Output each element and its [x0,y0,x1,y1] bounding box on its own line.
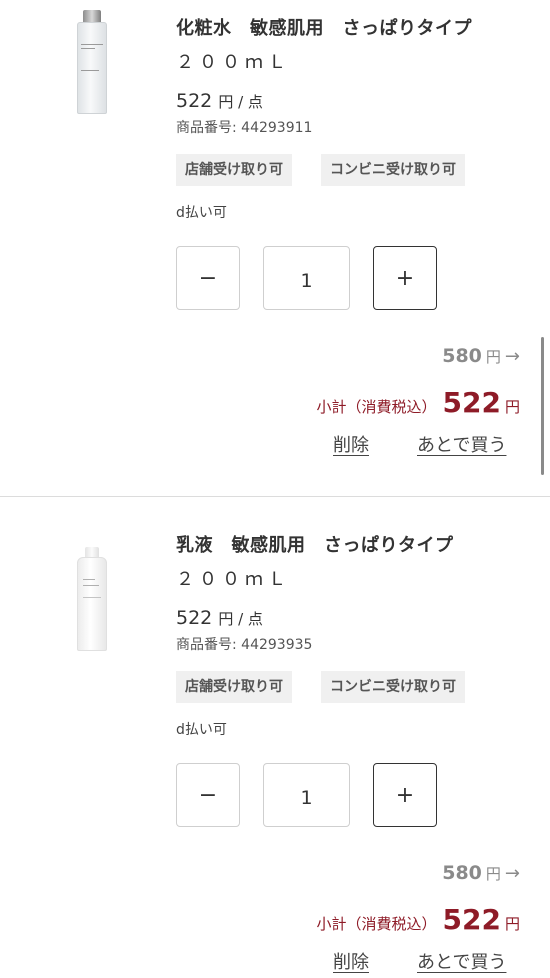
product-size: ２００ｍＬ [176,569,291,590]
subtotal-value: 522 [442,903,501,936]
original-price[interactable]: 580 円 → [442,345,520,367]
increase-quantity-button[interactable]: + [373,246,437,310]
unit-price: 522 円 / 点 [176,90,263,112]
price-unit: 円 / 点 [218,610,263,628]
convenience-pickup-badge: コンビニ受け取り可 [321,154,465,186]
original-price-value: 580 [442,345,482,367]
increase-quantity-button[interactable]: + [373,763,437,827]
original-price-value: 580 [442,862,482,884]
price-value: 522 [176,90,213,112]
product-name[interactable]: 化粧水 敏感肌用 さっぱりタイプ [176,14,472,40]
original-price-yen: 円 [485,865,501,883]
price-unit: 円 / 点 [218,93,263,111]
price-value: 522 [176,607,213,629]
item-divider [0,496,550,497]
product-name[interactable]: 乳液 敏感肌用 さっぱりタイプ [176,531,454,557]
quantity-field[interactable]: 1 [263,246,350,310]
save-for-later-link[interactable]: あとで買う [417,948,506,974]
subtotal-yen: 円 [504,398,520,416]
toner-bottle-image [75,8,109,118]
arrow-right-icon: → [504,346,520,367]
lotion-bottle-image [75,525,109,651]
product-size: ２００ｍＬ [176,52,291,73]
product-image[interactable] [62,8,122,118]
cart-list: 化粧水 敏感肌用 さっぱりタイプ ２００ｍＬ 522 円 / 点 商品番号: 4… [0,0,550,978]
payment-note: d払い可 [176,722,227,738]
decrease-quantity-button[interactable]: − [176,763,240,827]
product-code: 商品番号: 44293935 [176,637,313,653]
product-code: 商品番号: 44293911 [176,120,313,136]
subtotal: 小計（消費税込） 522 円 [317,903,520,936]
original-price[interactable]: 580 円 → [442,862,520,884]
store-pickup-badge: 店舗受け取り可 [176,671,292,703]
scrollbar[interactable] [541,337,544,475]
payment-note: d払い可 [176,205,227,221]
subtotal-label: 小計（消費税込） [316,915,437,933]
product-image[interactable] [62,525,122,651]
subtotal: 小計（消費税込） 522 円 [317,386,520,419]
convenience-pickup-badge: コンビニ受け取り可 [321,671,465,703]
quantity-field[interactable]: 1 [263,763,350,827]
save-for-later-link[interactable]: あとで買う [417,431,506,457]
subtotal-label: 小計（消費税込） [316,398,437,416]
unit-price: 522 円 / 点 [176,607,263,629]
subtotal-value: 522 [442,386,501,419]
original-price-yen: 円 [485,348,501,366]
decrease-quantity-button[interactable]: − [176,246,240,310]
arrow-right-icon: → [504,863,520,884]
store-pickup-badge: 店舗受け取り可 [176,154,292,186]
delete-link[interactable]: 削除 [333,431,369,457]
delete-link[interactable]: 削除 [333,948,369,974]
subtotal-yen: 円 [504,915,520,933]
